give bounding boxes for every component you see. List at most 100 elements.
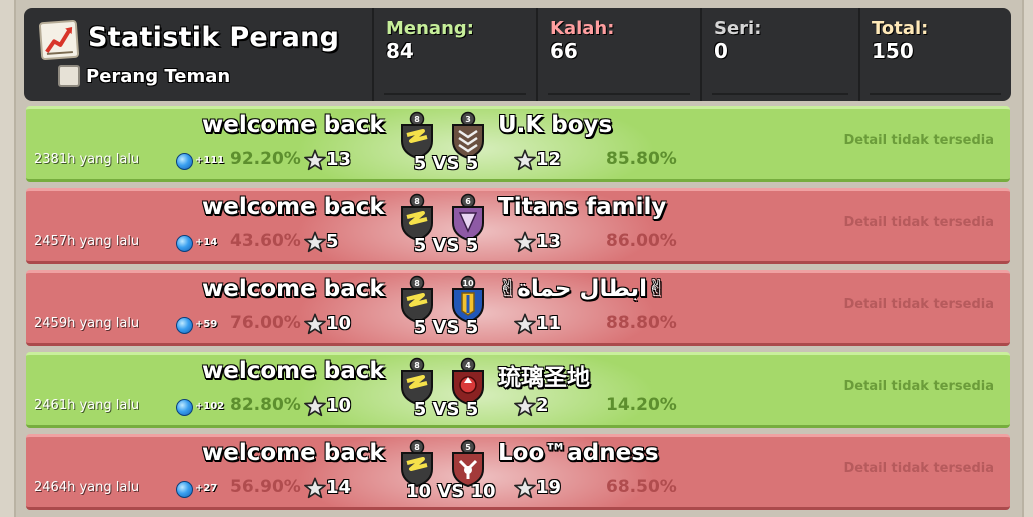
clan-xp-gain: +111 [195, 155, 225, 166]
opponent-clan-name: ✌ابطال حماة✌ [498, 276, 667, 302]
clan-xp-gain: +102 [195, 401, 225, 412]
our-stars: 13 [326, 149, 352, 170]
war-time-ago: 2464h yang lalu [34, 480, 140, 495]
stat-total: Total: 150 [858, 8, 1011, 101]
star-icon [514, 477, 536, 499]
opponent-destruction-percent: 85.80% [606, 149, 677, 169]
opponent-destruction-percent: 86.00% [606, 231, 677, 251]
war-stats-header: Statistik Perang Perang Teman Menang: 84… [24, 8, 1011, 101]
war-log-row[interactable]: welcome back 8 10 ✌ابطال حماة✌ 2459h yang la… [26, 270, 1010, 346]
our-stars: 14 [326, 477, 352, 498]
our-destruction-percent: 92.20% [230, 149, 301, 169]
badge-level: 8 [414, 279, 420, 288]
stat-divider [870, 93, 1001, 95]
our-clan-badge-icon: 8 [399, 275, 435, 324]
detail-unavailable-text: Detail tidak tersedia [843, 297, 994, 312]
friendly-war-label: Perang Teman [86, 66, 231, 87]
badge-level: 8 [414, 361, 420, 370]
clan-xp-gain: +14 [195, 237, 218, 248]
opponent-clan-badge-icon: 4 [450, 357, 486, 406]
stat-draws-value: 0 [714, 39, 728, 63]
opponent-stars: 11 [536, 313, 562, 334]
detail-unavailable-text: Detail tidak tersedia [843, 133, 994, 148]
star-icon [304, 395, 326, 417]
stat-losses: Kalah: 66 [536, 8, 700, 101]
page-title: Statistik Perang [88, 22, 340, 53]
badge-level: 5 [465, 443, 471, 452]
our-clan-badge-icon: 8 [399, 111, 435, 160]
opponent-clan-badge-icon: 3 [450, 111, 486, 160]
clan-xp-gem-icon [176, 317, 193, 334]
our-clan-name: welcome back [202, 276, 385, 302]
star-icon [514, 313, 536, 335]
opponent-clan-badge-icon: 6 [450, 193, 486, 242]
our-destruction-percent: 43.60% [230, 231, 301, 251]
star-icon [514, 395, 536, 417]
opponent-destruction-percent: 68.50% [606, 477, 677, 497]
opponent-destruction-percent: 88.80% [606, 313, 677, 333]
stat-draws: Seri: 0 [700, 8, 858, 101]
opponent-destruction-percent: 14.20% [606, 395, 677, 415]
stat-wins-label: Menang: [386, 18, 474, 39]
stat-losses-value: 66 [550, 39, 578, 63]
clan-xp-gain: +59 [195, 319, 218, 330]
stat-wins: Menang: 84 [372, 8, 536, 101]
badge-level: 6 [465, 197, 471, 206]
clan-xp-gem-icon [176, 481, 193, 498]
clan-xp-gain: +27 [195, 483, 218, 494]
badge-level: 4 [465, 361, 471, 370]
our-stars: 5 [326, 231, 339, 252]
war-log-row[interactable]: welcome back 8 6 Titans family 2457h yang la… [26, 188, 1010, 264]
our-clan-badge-icon: 8 [399, 193, 435, 242]
our-clan-badge-icon: 8 [399, 357, 435, 406]
our-stars: 10 [326, 395, 352, 416]
friendly-war-checkbox[interactable] [58, 65, 80, 87]
opponent-stars: 19 [536, 477, 562, 498]
clan-xp-gem-icon [176, 399, 193, 416]
clan-xp-gem-icon [176, 235, 193, 252]
war-size: 5 VS 5 [413, 235, 479, 256]
stat-divider [548, 93, 690, 95]
stat-divider [712, 93, 848, 95]
stat-losses-label: Kalah: [550, 18, 615, 39]
badge-level: 8 [414, 197, 420, 206]
our-clan-name: welcome back [202, 358, 385, 384]
war-log-list: welcome back 8 3 U.K boys 2381h yang lalu +11… [26, 106, 1010, 516]
detail-unavailable-text: Detail tidak tersedia [843, 379, 994, 394]
badge-level: 3 [465, 115, 471, 124]
our-destruction-percent: 56.90% [230, 477, 301, 497]
our-clan-name: welcome back [202, 112, 385, 138]
clan-xp-gem-icon [176, 153, 193, 170]
star-icon [304, 313, 326, 335]
our-clan-name: welcome back [202, 440, 385, 466]
stat-divider [384, 93, 526, 95]
our-clan-name: welcome back [202, 194, 385, 220]
opponent-stars: 12 [536, 149, 562, 170]
our-destruction-percent: 82.80% [230, 395, 301, 415]
opponent-clan-name: U.K boys [498, 112, 613, 138]
star-icon [514, 231, 536, 253]
war-time-ago: 2457h yang lalu [34, 234, 140, 249]
war-log-row[interactable]: welcome back 8 4 琉璃圣地 2461h yang lalu +102 82.… [26, 352, 1010, 428]
star-icon [304, 149, 326, 171]
star-icon [514, 149, 536, 171]
opponent-clan-name: Titans family [498, 194, 667, 220]
war-time-ago: 2459h yang lalu [34, 316, 140, 331]
war-size: 10 VS 10 [406, 481, 496, 502]
war-size: 5 VS 5 [413, 153, 479, 174]
badge-level: 8 [414, 115, 420, 124]
opponent-clan-badge-icon: 5 [450, 439, 486, 488]
stat-draws-label: Seri: [714, 18, 762, 39]
war-time-ago: 2381h yang lalu [34, 152, 140, 167]
badge-level: 8 [414, 443, 420, 452]
stat-wins-value: 84 [386, 39, 414, 63]
opponent-clan-name: 琉璃圣地 [498, 365, 590, 391]
detail-unavailable-text: Detail tidak tersedia [843, 461, 994, 476]
war-log-row[interactable]: welcome back 8 5 Loo™adness 2464h yang lalu +… [26, 434, 1010, 510]
war-log-row[interactable]: welcome back 8 3 U.K boys 2381h yang lalu +11… [26, 106, 1010, 182]
stat-total-label: Total: [872, 18, 929, 39]
star-icon [304, 477, 326, 499]
war-size: 5 VS 5 [413, 317, 479, 338]
opponent-clan-badge-icon: 10 [450, 275, 486, 324]
opponent-stars: 13 [536, 231, 562, 252]
